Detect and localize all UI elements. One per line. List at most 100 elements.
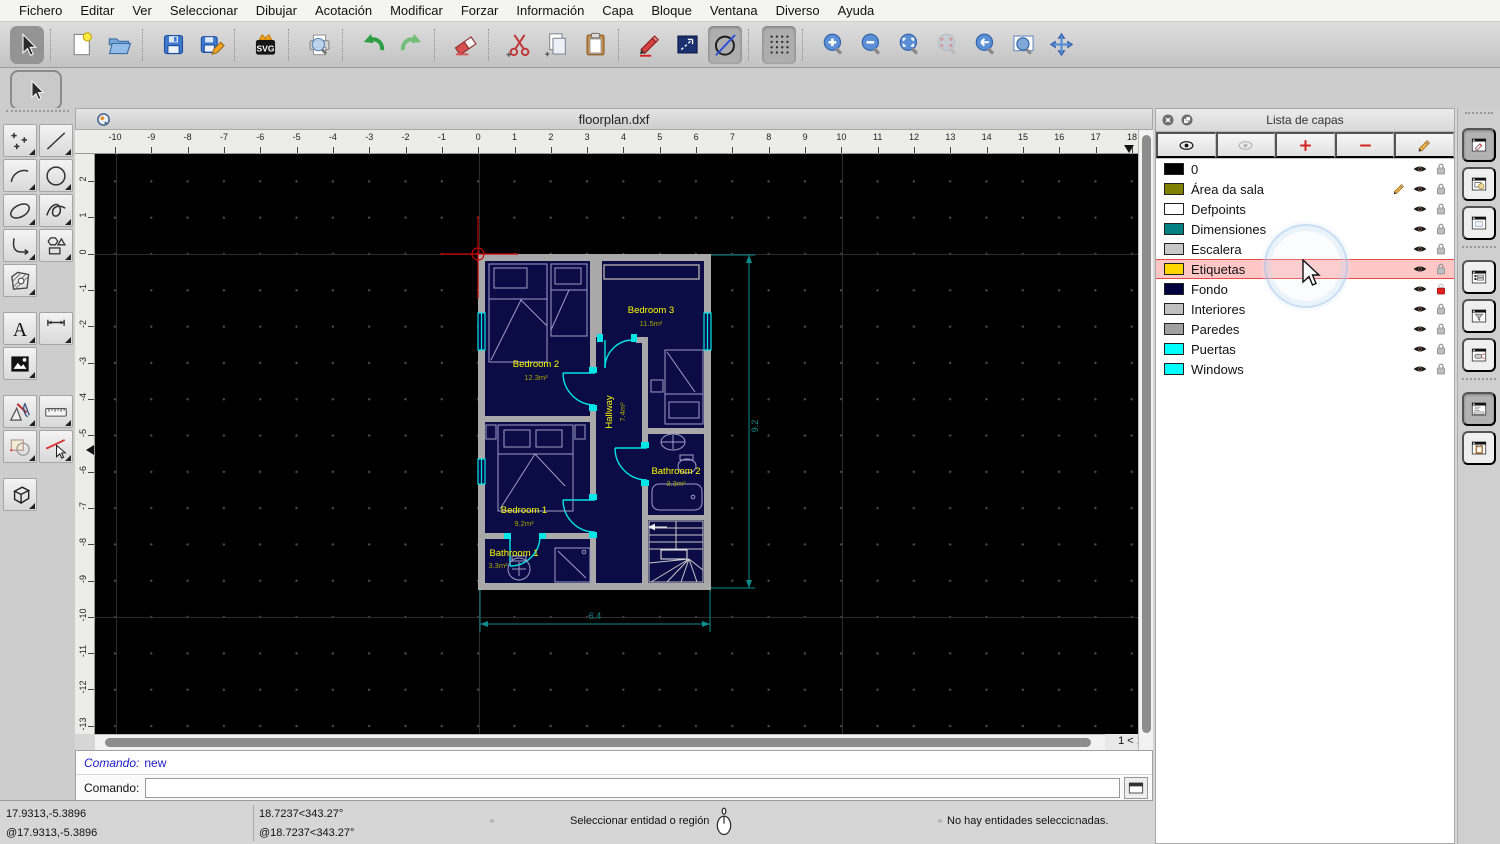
layer-unlocked-icon[interactable] <box>1433 181 1449 197</box>
copy-icon[interactable] <box>540 26 574 64</box>
block-list-dock-icon[interactable] <box>1462 167 1496 201</box>
layer-unlocked-icon[interactable] <box>1433 341 1449 357</box>
menu-editar[interactable]: Editar <box>71 0 123 21</box>
layer-row[interactable]: Paredes <box>1156 319 1454 339</box>
palette-handle[interactable] <box>6 110 69 122</box>
draw-order-icon[interactable] <box>670 26 704 64</box>
save-as-icon[interactable] <box>194 26 228 64</box>
menu-acotación[interactable]: Acotación <box>306 0 381 21</box>
layer-locked-icon[interactable] <box>1433 281 1449 297</box>
library-dock-icon[interactable] <box>1462 206 1496 240</box>
spline-icon[interactable] <box>39 194 73 227</box>
menu-modificar[interactable]: Modificar <box>381 0 452 21</box>
layer-row[interactable]: Windows <box>1156 359 1454 379</box>
layer-visibility-eye-icon[interactable] <box>1412 181 1428 197</box>
layer-visibility-eye-icon[interactable] <box>1412 321 1428 337</box>
layer-unlocked-icon[interactable] <box>1433 221 1449 237</box>
save-icon[interactable] <box>156 26 190 64</box>
filter-dock-icon[interactable] <box>1462 299 1496 333</box>
vscroll-thumb[interactable] <box>1142 135 1151 733</box>
circle-icon[interactable] <box>39 159 73 192</box>
cut-icon[interactable] <box>502 26 536 64</box>
clipboard-dock-icon[interactable] <box>1462 431 1496 465</box>
hatch-icon[interactable] <box>3 264 37 297</box>
horizontal-scrollbar[interactable] <box>95 734 1105 750</box>
zoom-window-icon[interactable] <box>1006 26 1040 64</box>
remove-layer-icon[interactable] <box>1334 132 1395 158</box>
layer-unlocked-icon[interactable] <box>1433 361 1449 377</box>
selection-pointer-button[interactable] <box>10 70 62 110</box>
layer-row[interactable]: Área da sala <box>1156 179 1454 199</box>
new-doc-icon[interactable] <box>64 26 98 64</box>
layer-list-dock-icon[interactable] <box>1462 128 1496 162</box>
drawing-canvas[interactable]: Bedroom 2 12.3m² Bedroom 3 11.5m² Hallwa… <box>95 154 1138 734</box>
zoom-previous-icon[interactable] <box>930 26 964 64</box>
layer-row[interactable]: Puertas <box>1156 339 1454 359</box>
menu-ayuda[interactable]: Ayuda <box>829 0 884 21</box>
layer-row[interactable]: Dimensiones <box>1156 219 1454 239</box>
close-icon[interactable] <box>1161 113 1175 127</box>
layer-unlocked-icon[interactable] <box>1433 161 1449 177</box>
layer-unlocked-icon[interactable] <box>1433 201 1449 217</box>
dockstrip-handle[interactable] <box>1465 112 1493 122</box>
layer-visibility-eye-icon[interactable] <box>1412 361 1428 377</box>
command-input[interactable] <box>145 777 1120 798</box>
document-title-bar[interactable]: floorplan.dxf <box>75 108 1153 130</box>
undo-icon[interactable] <box>356 26 390 64</box>
float-panel-icon[interactable] <box>1180 113 1194 127</box>
views-dock-icon[interactable] <box>1462 338 1496 372</box>
text-icon[interactable]: A <box>3 312 37 345</box>
add-layer-icon[interactable] <box>1275 132 1335 158</box>
print-preview-icon[interactable] <box>302 26 336 64</box>
menu-forzar[interactable]: Forzar <box>452 0 508 21</box>
command-dock-button[interactable] <box>1124 776 1148 799</box>
measure-icon[interactable] <box>39 395 73 428</box>
layer-visibility-eye-icon[interactable] <box>1412 161 1428 177</box>
zoom-auto-icon[interactable] <box>892 26 926 64</box>
draw-edit-icon[interactable] <box>3 395 37 428</box>
layer-unlocked-icon[interactable] <box>1433 261 1449 277</box>
polyline-icon[interactable] <box>3 229 37 262</box>
select-line-icon[interactable] <box>39 430 73 463</box>
select-cursor-icon[interactable] <box>10 25 44 64</box>
dimension-icon[interactable] <box>39 312 73 345</box>
pen-edit-icon[interactable] <box>632 26 666 64</box>
layer-row[interactable]: Etiquetas <box>1156 259 1454 279</box>
polygon-icon[interactable] <box>39 229 73 262</box>
circle-line-icon[interactable] <box>708 25 742 64</box>
menu-ver[interactable]: Ver <box>123 0 161 21</box>
edit-layer-icon[interactable] <box>1394 132 1454 158</box>
open-folder-icon[interactable] <box>102 26 136 64</box>
layer-row[interactable]: 0 <box>1156 159 1454 179</box>
layer-row[interactable]: Interiores <box>1156 299 1454 319</box>
arc-icon[interactable] <box>3 159 37 192</box>
layer-unlocked-icon[interactable] <box>1433 321 1449 337</box>
menu-capa[interactable]: Capa <box>593 0 642 21</box>
layer-row[interactable]: Escalera <box>1156 239 1454 259</box>
menu-seleccionar[interactable]: Seleccionar <box>161 0 247 21</box>
menu-dibujar[interactable]: Dibujar <box>247 0 306 21</box>
line-icon[interactable] <box>39 124 73 157</box>
layer-visibility-eye-icon[interactable] <box>1412 241 1428 257</box>
ellipse-icon[interactable] <box>3 194 37 227</box>
layer-visibility-eye-icon[interactable] <box>1412 221 1428 237</box>
eraser-icon[interactable] <box>448 26 482 64</box>
show-all-eye-icon[interactable] <box>1156 132 1216 158</box>
hide-all-eye-icon[interactable] <box>1215 132 1276 158</box>
grid-toggle-icon[interactable] <box>762 25 796 64</box>
zoom-out-icon[interactable] <box>854 26 888 64</box>
menu-bloque[interactable]: Bloque <box>642 0 700 21</box>
redo-icon[interactable] <box>394 26 428 64</box>
menu-fichero[interactable]: Fichero <box>10 0 71 21</box>
layer-visibility-eye-icon[interactable] <box>1412 281 1428 297</box>
svg-export-icon[interactable]: SVG <box>248 26 282 64</box>
layer-panel-title-bar[interactable]: Lista de capas <box>1156 109 1454 132</box>
vertical-scrollbar[interactable] <box>1138 130 1153 750</box>
menu-información[interactable]: Información <box>507 0 593 21</box>
hscroll-thumb[interactable] <box>105 738 1091 747</box>
paste-icon[interactable] <box>578 26 612 64</box>
layer-unlocked-icon[interactable] <box>1433 241 1449 257</box>
image-icon[interactable] <box>3 347 37 380</box>
points-icon[interactable] <box>3 124 37 157</box>
menu-ventana[interactable]: Ventana <box>701 0 767 21</box>
